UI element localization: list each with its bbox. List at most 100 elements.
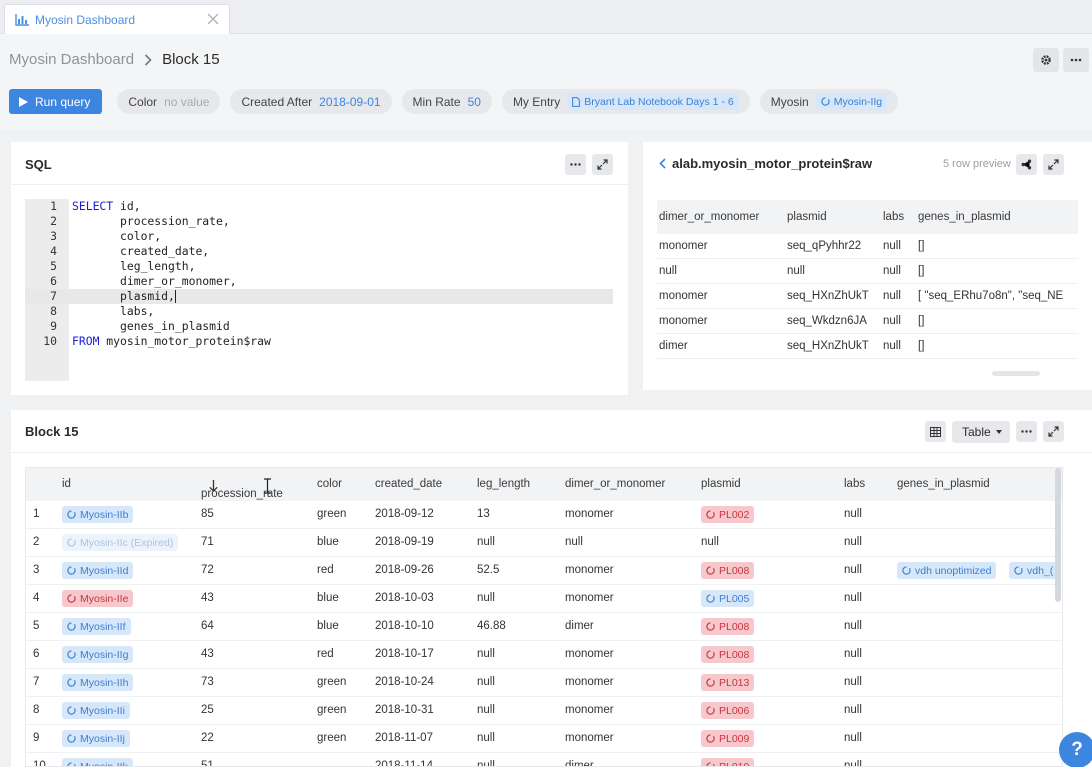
column-header-labs[interactable]: labs xyxy=(844,478,865,490)
cell-dimer-or-monomer: monomer xyxy=(565,648,614,660)
horizontal-scrollbar[interactable] xyxy=(992,371,1040,376)
filter-color[interactable]: Color no value xyxy=(117,89,221,114)
cell-dimer-or-monomer: monomer xyxy=(565,732,614,744)
column-header-plasmid[interactable]: plasmid xyxy=(701,478,741,490)
cell: [] xyxy=(918,240,925,252)
view-type-select[interactable]: Table xyxy=(952,421,1010,443)
plasmid-chip[interactable]: PL008 xyxy=(701,618,755,635)
filter-my-entry[interactable]: My Entry Bryant Lab Notebook Days 1 - 6 xyxy=(501,89,750,114)
id-chip[interactable]: Myosin-IIi xyxy=(62,702,130,719)
column-header[interactable]: plasmid xyxy=(787,211,883,223)
id-chip[interactable]: Myosin-IIb xyxy=(62,506,134,523)
cell-labs: null xyxy=(844,536,862,548)
help-button[interactable]: ? xyxy=(1059,732,1092,767)
id-chip[interactable]: Myosin-IIf xyxy=(62,618,131,635)
plasmid-chip[interactable]: PL008 xyxy=(701,646,755,663)
table-row[interactable]: 8 Myosin-IIi 25 green 2018-10-31 null monomer P… xyxy=(26,697,1062,725)
settings-button[interactable] xyxy=(1033,48,1059,72)
filter-created-after[interactable]: Created After 2018-09-01 xyxy=(230,89,392,114)
column-header-dimer-or-monomer[interactable]: dimer_or_monomer xyxy=(565,478,665,490)
table-row[interactable]: 4 Myosin-IIe 43 blue 2018-10-03 null monomer PL… xyxy=(26,585,1062,613)
vertical-scrollbar[interactable] xyxy=(1055,468,1061,602)
page-header: Myosin Dashboard Block 15 Run query Colo… xyxy=(0,34,1092,130)
table-row[interactable]: 7 Myosin-IIh 73 green 2018-10-24 null monomer P… xyxy=(26,669,1062,697)
id-chip[interactable]: Myosin-IIe xyxy=(62,590,134,607)
tab-myosin-dashboard[interactable]: Myosin Dashboard xyxy=(4,4,230,35)
cell-leg-length: null xyxy=(477,704,495,716)
plasmid-chip[interactable]: PL013 xyxy=(701,674,755,691)
entity-icon xyxy=(67,650,76,659)
breadcrumb-root[interactable]: Myosin Dashboard xyxy=(9,51,134,68)
entity-icon xyxy=(67,622,76,631)
sql-expand-button[interactable] xyxy=(592,154,613,175)
plasmid-chip[interactable]: PL009 xyxy=(701,730,755,747)
column-header-id[interactable]: id xyxy=(62,478,71,490)
column-header[interactable]: dimer_or_monomer xyxy=(657,211,787,223)
cell: null xyxy=(787,265,805,277)
results-more-button[interactable] xyxy=(1016,421,1037,442)
cell-leg-length: 13 xyxy=(477,508,490,520)
cell-procession-rate: 22 xyxy=(201,732,214,744)
cell-color: blue xyxy=(317,536,339,548)
line-number: 9 xyxy=(50,319,57,333)
column-header-created-date[interactable]: created_date xyxy=(375,478,442,490)
table-row[interactable]: 1 Myosin-IIb 85 green 2018-09-12 13 monomer PL0… xyxy=(26,501,1062,529)
cell-procession-rate: 72 xyxy=(201,564,214,576)
filter-myosin[interactable]: Myosin Myosin-IIg xyxy=(759,89,899,114)
table-row[interactable]: 2 Myosin-IIc (Expired) 71 blue 2018-09-19 nul… xyxy=(26,529,1062,557)
gene-chip[interactable]: vdh_( xyxy=(1009,562,1059,579)
column-header-genes-in-plasmid[interactable]: genes_in_plasmid xyxy=(897,478,990,490)
id-chip[interactable]: Myosin-IId xyxy=(62,562,134,579)
row-number: 3 xyxy=(33,564,40,576)
run-query-button[interactable]: Run query xyxy=(9,89,103,114)
gene-chip[interactable]: vdh unoptimized xyxy=(897,562,997,579)
code-line: 2 procession_rate, xyxy=(25,214,613,229)
share-button[interactable] xyxy=(1016,154,1037,175)
cell-created-date: 2018-10-17 xyxy=(375,648,434,660)
table-row[interactable]: 6 Myosin-IIg 43 red 2018-10-17 null monomer PL0… xyxy=(26,641,1062,669)
column-header-procession-rate[interactable]: procession_rate xyxy=(201,478,283,500)
entity-icon xyxy=(706,622,715,631)
entity-icon xyxy=(67,538,76,547)
close-icon[interactable] xyxy=(206,12,220,26)
plasmid-chip[interactable]: PL006 xyxy=(701,702,755,719)
cell-labs: null xyxy=(844,508,862,520)
column-header-leg-length[interactable]: leg_length xyxy=(477,478,530,490)
id-chip[interactable]: Myosin-IIc (Expired) xyxy=(62,534,179,551)
chevron-left-icon[interactable] xyxy=(659,158,666,169)
plasmid-chip[interactable]: PL010 xyxy=(701,758,755,766)
id-chip[interactable]: Myosin-IIg xyxy=(62,646,134,663)
sql-more-button[interactable] xyxy=(565,154,586,175)
preview-row-count: 5 row preview xyxy=(943,158,1011,170)
id-chip[interactable]: Myosin-IIj xyxy=(62,730,130,747)
entity-icon xyxy=(1014,566,1023,575)
code-content: dimer_or_monomer, xyxy=(72,274,237,288)
sql-panel: SQL 1 SELECT id, 2 procession_rate, 3 col… xyxy=(11,142,628,395)
plasmid-chip[interactable]: PL008 xyxy=(701,562,755,579)
divider xyxy=(11,184,628,185)
column-header[interactable]: labs xyxy=(883,211,918,223)
breadcrumb-current: Block 15 xyxy=(162,51,220,68)
plasmid-chip[interactable]: PL002 xyxy=(701,506,755,523)
preview-expand-button[interactable] xyxy=(1043,154,1064,175)
id-chip[interactable]: Myosin-IIk xyxy=(62,758,133,766)
plasmid-chip[interactable]: PL005 xyxy=(701,590,755,607)
sql-editor[interactable]: 1 SELECT id, 2 procession_rate, 3 color, … xyxy=(25,199,615,381)
grid-view-button[interactable] xyxy=(925,421,946,442)
table-row[interactable]: 10 Myosin-IIk 51 2018-11-14 null dimer PL010 nu… xyxy=(26,753,1062,766)
filter-value: 50 xyxy=(467,94,481,109)
plasmid-chip-label: PL008 xyxy=(719,648,750,661)
results-expand-button[interactable] xyxy=(1043,421,1064,442)
id-chip[interactable]: Myosin-IIh xyxy=(62,674,134,691)
id-chip-label: Myosin-IId xyxy=(80,564,129,577)
column-header[interactable]: genes_in_plasmid xyxy=(918,211,1078,223)
more-options-button[interactable] xyxy=(1063,48,1089,72)
column-header-color[interactable]: color xyxy=(317,478,342,490)
id-chip-label: Myosin-IIc (Expired) xyxy=(80,536,174,549)
table-row[interactable]: 9 Myosin-IIj 22 green 2018-11-07 null monomer P… xyxy=(26,725,1062,753)
filter-min-rate[interactable]: Min Rate 50 xyxy=(401,89,492,114)
table-row[interactable]: 5 Myosin-IIf 64 blue 2018-10-10 46.88 dimer PL0… xyxy=(26,613,1062,641)
preview-row: monomer seq_qPyhhr22 null [] xyxy=(657,234,1078,259)
table-row[interactable]: 3 Myosin-IId 72 red 2018-09-26 52.5 monomer PL0… xyxy=(26,557,1062,585)
plasmid-chip-label: PL002 xyxy=(719,508,750,521)
